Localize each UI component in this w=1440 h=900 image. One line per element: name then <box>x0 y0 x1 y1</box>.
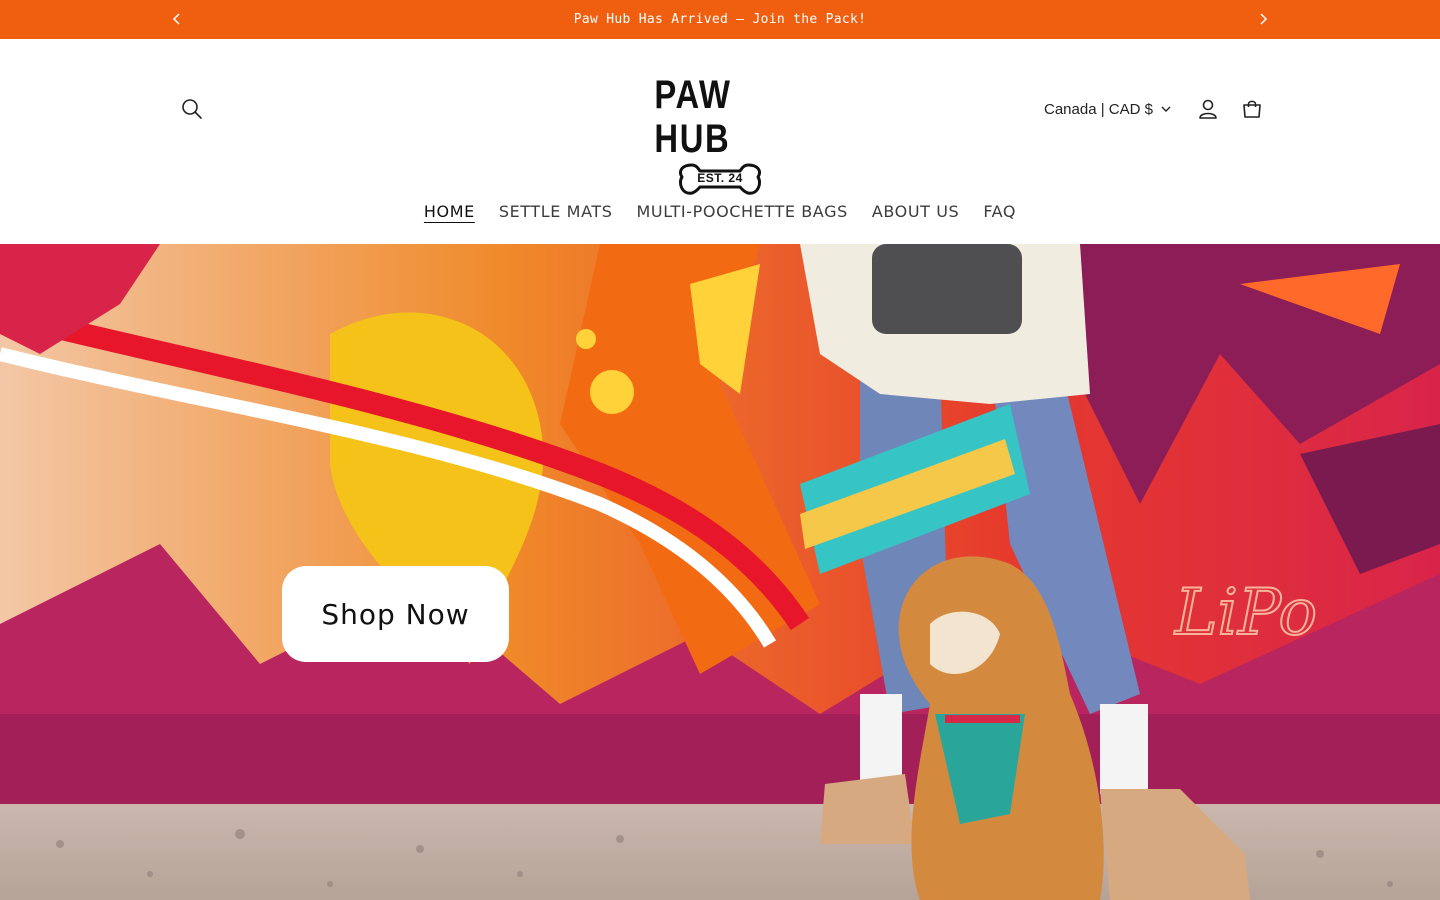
nav-item-multi-poochette-bags[interactable]: MULTI-POOCHETTE BAGS <box>625 198 860 225</box>
nav-item-about-us[interactable]: ABOUT US <box>860 198 971 225</box>
site-header: PAW HUB EST. 24 Canada | CAD $ HOME SETT… <box>0 39 1440 244</box>
hero-banner: LiPo Shop Now <box>0 244 1440 900</box>
nav-item-home[interactable]: HOME <box>412 198 487 225</box>
shop-now-button[interactable]: Shop Now <box>282 566 509 662</box>
announcement-prev-button[interactable] <box>168 10 186 28</box>
search-button[interactable] <box>176 93 208 125</box>
logo-title: PAW HUB <box>654 73 732 161</box>
mural-signature: LiPo <box>1174 576 1317 650</box>
announcement-text: Paw Hub Has Arrived – Join the Pack! <box>573 12 867 27</box>
chevron-left-icon <box>172 13 180 25</box>
cart-icon <box>1243 100 1261 118</box>
site-logo[interactable]: PAW HUB EST. 24 <box>640 73 800 195</box>
account-button[interactable] <box>1192 93 1224 125</box>
announcement-next-button[interactable] <box>1254 10 1272 28</box>
country-currency-selector[interactable]: Canada | CAD $ <box>1044 97 1171 121</box>
chevron-down-icon <box>1161 106 1171 112</box>
chevron-right-icon <box>1260 13 1268 25</box>
main-navigation: HOME SETTLE MATS MULTI-POOCHETTE BAGS AB… <box>0 198 1440 225</box>
country-currency-label: Canada | CAD $ <box>1044 100 1153 118</box>
logo-badge: EST. 24 <box>697 171 743 185</box>
hero-image: LiPo <box>0 244 1440 900</box>
announcement-bar: Paw Hub Has Arrived – Join the Pack! <box>0 0 1440 39</box>
nav-item-faq[interactable]: FAQ <box>971 198 1028 225</box>
search-icon <box>182 99 202 119</box>
cart-button[interactable] <box>1236 93 1268 125</box>
user-icon <box>1199 99 1217 119</box>
nav-item-settle-mats[interactable]: SETTLE MATS <box>487 198 625 225</box>
